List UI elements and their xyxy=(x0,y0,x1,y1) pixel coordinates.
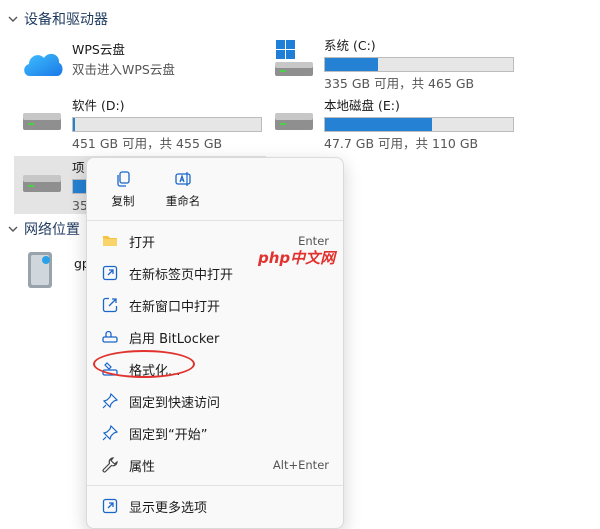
drive-name: 本地磁盘 (E:) xyxy=(324,98,400,113)
context-menu: 复制 重命名 打开 Enter 在新标签页中打开 在新窗口中打开 启用 BitL… xyxy=(86,157,344,529)
menu-separator xyxy=(87,485,343,486)
rename-button[interactable]: 重命名 xyxy=(153,158,213,220)
usage-bar xyxy=(324,57,514,72)
drive-name: 系统 (C:) xyxy=(324,38,376,53)
chevron-down-icon xyxy=(8,16,18,22)
folder-icon xyxy=(103,236,117,246)
menu-item-label: 在新窗口中打开 xyxy=(129,299,221,315)
usage-fill xyxy=(73,118,75,131)
more-options-icon xyxy=(102,498,118,514)
drive-d[interactable]: 软件 (D:) 451 GB 可用，共 455 GB xyxy=(20,98,262,152)
menu-item-label: 固定到快速访问 xyxy=(129,395,221,411)
drive-c[interactable]: 系统 (C:) 335 GB 可用，共 465 GB xyxy=(272,38,514,92)
drive-subtitle: 335 GB 可用，共 465 GB xyxy=(324,76,475,91)
quick-actions-bar: 复制 重命名 xyxy=(87,158,343,221)
drive-icon xyxy=(275,113,313,130)
bitlocker-icon xyxy=(102,330,118,343)
drive-subtitle: 47.7 GB 可用，共 110 GB xyxy=(324,136,479,151)
drive-e[interactable]: 本地磁盘 (E:) 47.7 GB 可用，共 110 GB xyxy=(272,98,514,152)
menu-item-shortcut: Enter xyxy=(298,234,329,248)
drive-name: 软件 (D:) xyxy=(72,98,125,113)
network-drive-icon xyxy=(28,252,52,288)
drive-name: WPS云盘 xyxy=(72,42,125,57)
menu-item-properties[interactable]: 属性 Alt+Enter xyxy=(87,449,343,481)
windows-drive-icon xyxy=(275,40,313,76)
menu-item-label: 启用 BitLocker xyxy=(129,331,220,347)
wrench-icon xyxy=(102,457,118,473)
open-tab-icon xyxy=(102,265,118,281)
drive-icon xyxy=(23,113,61,130)
rename-icon xyxy=(175,171,191,186)
usage-fill xyxy=(325,118,433,131)
menu-item-open-new-window[interactable]: 在新窗口中打开 xyxy=(87,289,343,321)
section-title: 网络位置 xyxy=(24,222,80,238)
highlight-ellipse xyxy=(93,350,195,378)
menu-item-bitlocker[interactable]: 启用 BitLocker xyxy=(87,321,343,353)
menu-item-more-options[interactable]: 显示更多选项 xyxy=(87,490,343,522)
copy-button[interactable]: 复制 xyxy=(93,158,153,220)
network-item[interactable]: gp xyxy=(22,248,90,292)
menu-item-pin-quick-access[interactable]: 固定到快速访问 xyxy=(87,385,343,417)
menu-item-label: 固定到“开始” xyxy=(129,427,208,443)
drive-subtitle: 451 GB 可用，共 455 GB xyxy=(72,136,223,151)
chevron-down-icon xyxy=(8,226,18,232)
menu-item-shortcut: Alt+Enter xyxy=(272,458,329,472)
menu-item-label: 显示更多选项 xyxy=(129,500,208,516)
usage-fill xyxy=(325,58,378,71)
menu-item-label: 属性 xyxy=(129,459,156,475)
menu-item-pin-start[interactable]: 固定到“开始” xyxy=(87,417,343,449)
cloud-icon xyxy=(24,53,63,76)
section-title: 设备和驱动器 xyxy=(24,12,108,28)
pin-icon xyxy=(102,392,119,409)
pin-icon xyxy=(102,424,119,441)
network-section-header[interactable]: 网络位置 xyxy=(6,218,80,240)
devices-section-header[interactable]: 设备和驱动器 xyxy=(6,8,108,30)
rename-label: 重命名 xyxy=(165,193,201,208)
drive-wps-cloud[interactable]: WPS云盘 双击进入WPS云盘 xyxy=(20,42,175,86)
drive-icon xyxy=(23,175,61,192)
copy-icon xyxy=(117,170,130,187)
usage-bar xyxy=(324,117,514,132)
copy-label: 复制 xyxy=(111,193,135,208)
usage-bar xyxy=(72,117,262,132)
open-window-icon xyxy=(102,297,118,313)
watermark-logo: php中文网 xyxy=(258,249,336,267)
drive-subtitle: 双击进入WPS云盘 xyxy=(72,62,175,77)
